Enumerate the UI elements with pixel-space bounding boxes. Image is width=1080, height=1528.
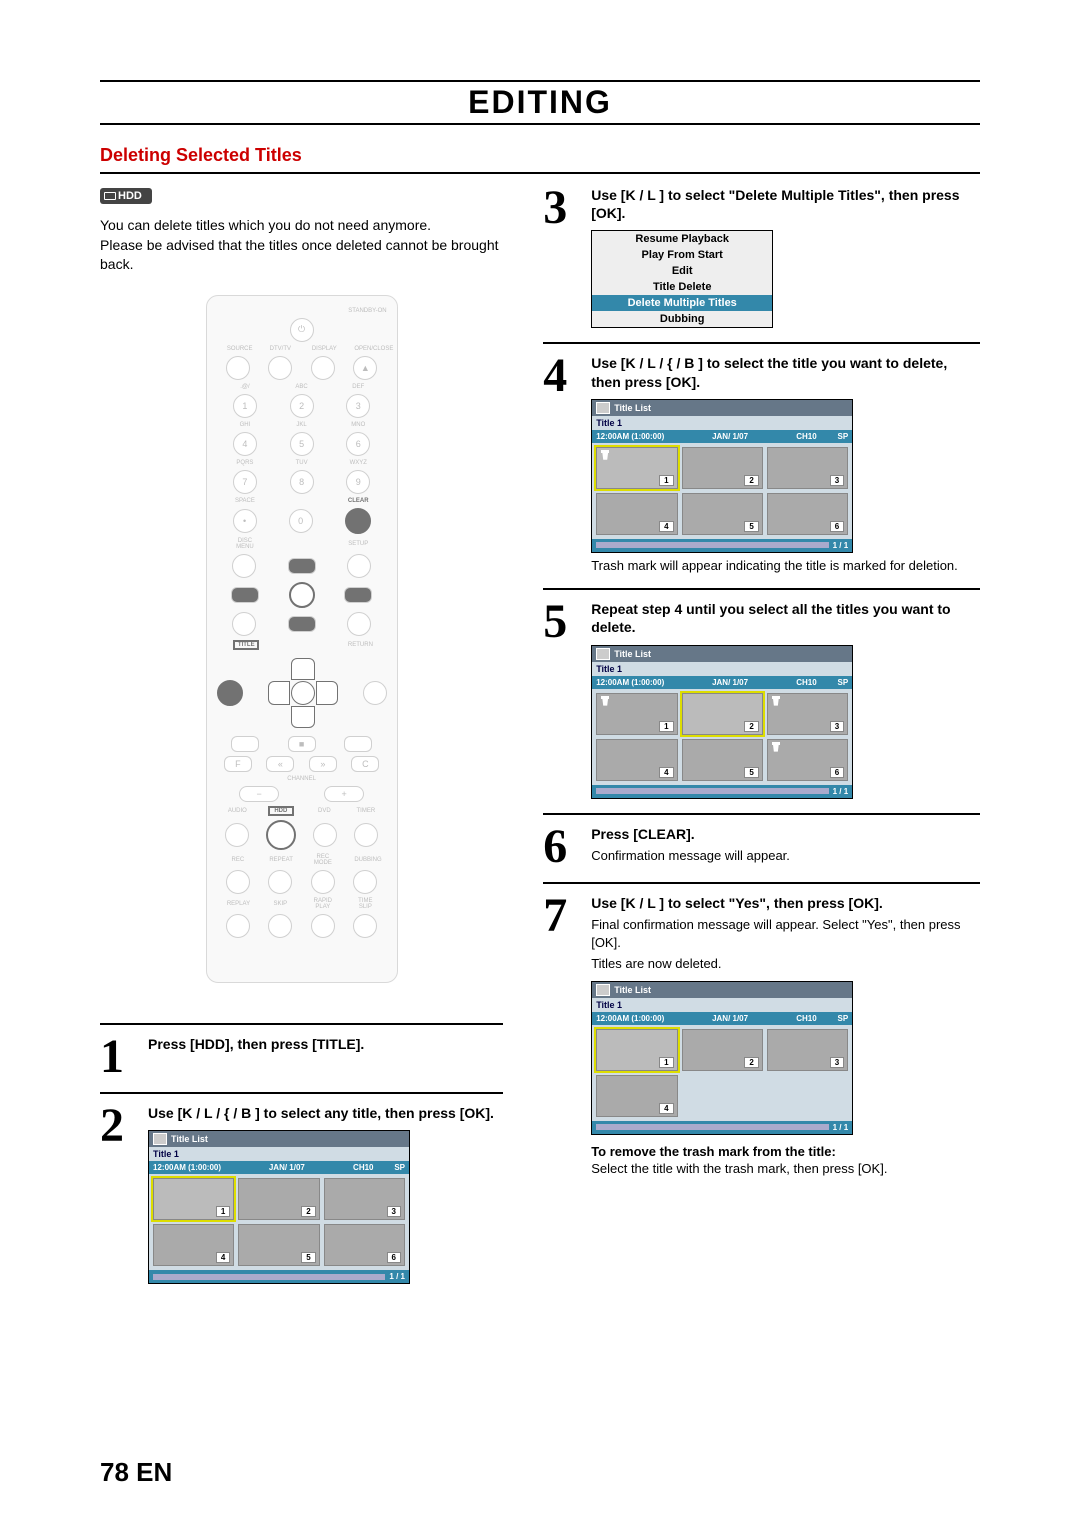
trash-icon xyxy=(771,742,781,752)
hdd-icon xyxy=(596,402,610,414)
thumb-empty xyxy=(682,1075,763,1117)
thumb-1: 1 xyxy=(596,1029,677,1071)
thumb-empty xyxy=(767,1075,848,1117)
step-number: 4 xyxy=(543,354,583,574)
step-6: 6 Press [CLEAR]. Confirmation message wi… xyxy=(543,813,980,868)
step-6-sub: Confirmation message will appear. xyxy=(591,847,980,865)
title-list-panel: Title List Title 1 12:00AM (1:00:00) JAN… xyxy=(591,981,853,1135)
menu-item-selected: Delete Multiple Titles xyxy=(592,295,772,311)
chapter-title: EDITING xyxy=(100,84,980,121)
thumb-4: 4 xyxy=(596,493,677,535)
step-1: 1 Press [HDD], then press [TITLE]. xyxy=(100,1023,503,1078)
trash-icon xyxy=(600,450,610,460)
thumb-3: 3 xyxy=(767,447,848,489)
step-3: 3 Use [K / L ] to select "Delete Multipl… xyxy=(543,186,980,328)
thumb-5: 5 xyxy=(238,1224,319,1266)
hdd-button-label: HDD xyxy=(268,806,294,816)
step-5: 5 Repeat step 4 until you select all the… xyxy=(543,588,980,798)
step-number: 1 xyxy=(100,1035,140,1078)
title-button-label: TITLE xyxy=(233,640,259,650)
thumb-4: 4 xyxy=(153,1224,234,1266)
menu-item: Dubbing xyxy=(592,311,772,327)
step-4: 4 Use [K / L / { / B ] to select the tit… xyxy=(543,342,980,574)
intro-paragraph: You can delete titles which you do not n… xyxy=(100,216,503,275)
chapter-header: EDITING xyxy=(100,80,980,125)
two-column-layout: HDD You can delete titles which you do n… xyxy=(100,186,980,1298)
hdd-button-icon xyxy=(266,820,296,850)
page: EDITING Deleting Selected Titles HDD You… xyxy=(0,0,1080,1528)
section-title: Deleting Selected Titles xyxy=(100,145,980,174)
step-number: 6 xyxy=(543,825,583,868)
menu-item: Play From Start xyxy=(592,247,772,263)
page-number: 78 xyxy=(100,1457,129,1487)
step-number: 7 xyxy=(543,894,583,1178)
clear-button-icon xyxy=(345,508,371,534)
step-6-text: Press [CLEAR]. xyxy=(591,825,980,843)
step-number: 5 xyxy=(543,600,583,798)
step-7-sub1: Final confirmation message will appear. … xyxy=(591,916,980,951)
menu-item: Resume Playback xyxy=(592,231,772,247)
page-lang: EN xyxy=(136,1457,172,1487)
standby-button-icon: ⏻ xyxy=(290,318,314,342)
step-number: 3 xyxy=(543,186,583,328)
thumb-1: 1 xyxy=(596,447,677,489)
step-1-text: Press [HDD], then press [TITLE]. xyxy=(148,1035,503,1053)
note-body: Select the title with the trash mark, th… xyxy=(591,1161,887,1176)
step-number: 2 xyxy=(100,1104,140,1284)
thumb-2: 2 xyxy=(682,1029,763,1071)
thumb-1: 1 xyxy=(153,1178,234,1220)
thumb-5: 5 xyxy=(682,739,763,781)
hdd-icon xyxy=(153,1133,167,1145)
step-4-note: Trash mark will appear indicating the ti… xyxy=(591,557,980,575)
standby-label: STANDBY-ON xyxy=(217,308,387,314)
thumb-2: 2 xyxy=(238,1178,319,1220)
step-7-note: To remove the trash mark from the title:… xyxy=(591,1143,980,1178)
trash-icon xyxy=(600,696,610,706)
thumb-6: 6 xyxy=(767,493,848,535)
context-menu: Resume Playback Play From Start Edit Tit… xyxy=(591,230,773,328)
thumb-2: 2 xyxy=(682,693,763,735)
page-footer: 78 EN xyxy=(100,1457,172,1488)
left-column: HDD You can delete titles which you do n… xyxy=(100,186,503,1298)
dpad-icon xyxy=(268,658,338,728)
step-2-text: Use [K / L / { / B ] to select any title… xyxy=(148,1104,503,1122)
step-7: 7 Use [K / L ] to select "Yes", then pre… xyxy=(543,882,980,1178)
right-column: 3 Use [K / L ] to select "Delete Multipl… xyxy=(543,186,980,1298)
title-button-icon xyxy=(217,680,243,706)
menu-item: Title Delete xyxy=(592,279,772,295)
thumb-4: 4 xyxy=(596,1075,677,1117)
hdd-icon xyxy=(596,984,610,996)
step-2: 2 Use [K / L / { / B ] to select any tit… xyxy=(100,1092,503,1284)
step-7-sub2: Titles are now deleted. xyxy=(591,955,980,973)
step-5-text: Repeat step 4 until you select all the t… xyxy=(591,600,980,636)
title-list-panel: Title List Title 1 12:00AM (1:00:00) JAN… xyxy=(591,645,853,799)
thumb-6: 6 xyxy=(324,1224,405,1266)
thumb-4: 4 xyxy=(596,739,677,781)
step-3-text: Use [K / L ] to select "Delete Multiple … xyxy=(591,186,980,222)
thumb-3: 3 xyxy=(324,1178,405,1220)
thumb-6: 6 xyxy=(767,739,848,781)
remote-control-diagram: STANDBY-ON ⏻ SOURCE DTV/TV DISPLAY OPEN/… xyxy=(206,295,398,983)
thumb-5: 5 xyxy=(682,493,763,535)
intro-line-1: You can delete titles which you do not n… xyxy=(100,217,431,233)
hdd-badge: HDD xyxy=(100,188,152,204)
intro-line-2: Please be advised that the titles once d… xyxy=(100,237,499,273)
trash-icon xyxy=(771,696,781,706)
title-list-panel: Title List Title 1 12:00AM (1:00:00) JAN… xyxy=(148,1130,410,1284)
note-heading: To remove the trash mark from the title: xyxy=(591,1144,836,1159)
thumb-3: 3 xyxy=(767,1029,848,1071)
thumb-3: 3 xyxy=(767,693,848,735)
step-7-text: Use [K / L ] to select "Yes", then press… xyxy=(591,894,980,912)
hdd-icon xyxy=(596,648,610,660)
menu-item: Edit xyxy=(592,263,772,279)
title-list-panel: Title List Title 1 12:00AM (1:00:00) JAN… xyxy=(591,399,853,553)
step-4-text: Use [K / L / { / B ] to select the title… xyxy=(591,354,980,390)
thumb-2: 2 xyxy=(682,447,763,489)
thumb-1: 1 xyxy=(596,693,677,735)
